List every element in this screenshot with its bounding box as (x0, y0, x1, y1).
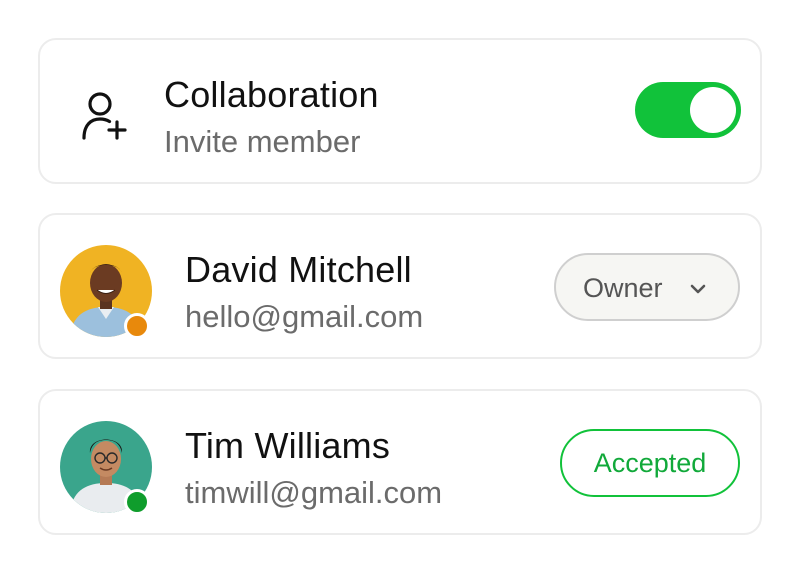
role-label: Owner (583, 273, 663, 303)
member-row: Tim Williams timwill@gmail.com Accepted (38, 389, 762, 535)
status-badge[interactable]: Accepted (560, 429, 740, 497)
collaboration-toggle[interactable] (635, 82, 741, 138)
role-dropdown[interactable]: Owner (554, 253, 740, 321)
toggle-knob (690, 87, 736, 133)
invite-member-label[interactable]: Invite member (164, 124, 360, 160)
member-row: David Mitchell hello@gmail.com Owner (38, 213, 762, 359)
member-name: Tim Williams (185, 425, 391, 466)
member-name: David Mitchell (185, 249, 412, 290)
status-indicator (124, 489, 150, 515)
chevron-down-icon (688, 279, 708, 299)
user-plus-icon (80, 89, 128, 141)
collaboration-card: Collaboration Invite member (38, 38, 762, 184)
avatar (60, 421, 152, 515)
collaboration-title: Collaboration (164, 74, 379, 115)
avatar (60, 245, 152, 339)
member-email: timwill@gmail.com (185, 475, 443, 510)
member-email: hello@gmail.com (185, 299, 424, 334)
status-indicator (124, 313, 150, 339)
